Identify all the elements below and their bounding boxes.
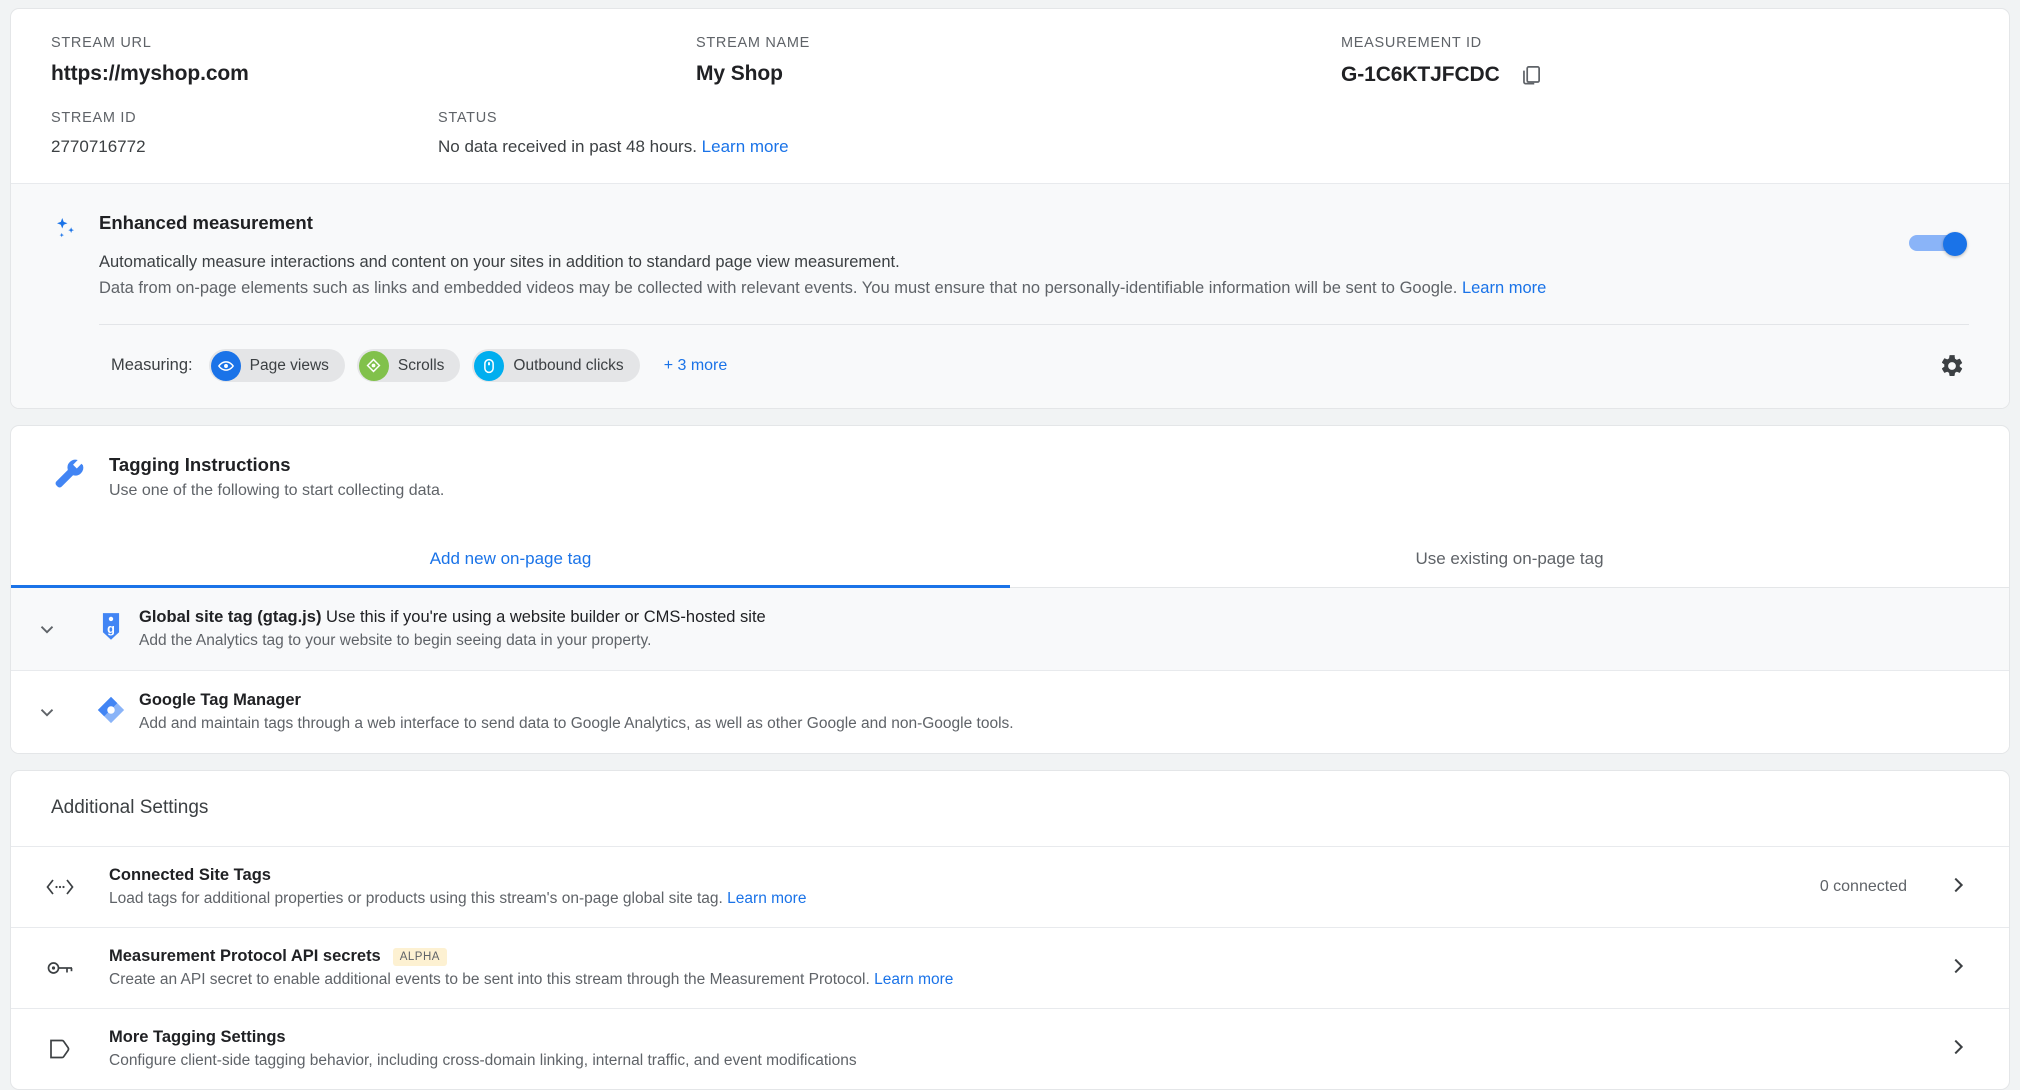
- chevron-down-icon[interactable]: [11, 691, 83, 723]
- settings-desc-wrap: Create an API secret to enable additiona…: [109, 971, 1947, 989]
- stream-info-row-primary: STREAM URL https://myshop.com STREAM NAM…: [11, 9, 2009, 88]
- enhanced-measurement-desc2-wrap: Data from on-page elements such as links…: [99, 279, 1849, 298]
- alpha-badge: ALPHA: [392, 947, 447, 966]
- eye-icon: [210, 350, 241, 381]
- enhanced-measurement-desc1: Automatically measure interactions and c…: [99, 253, 900, 271]
- connected-count: 0 connected: [1819, 878, 1907, 895]
- chip-page-views[interactable]: Page views: [208, 349, 345, 382]
- tagging-instructions-card: Tagging Instructions Use one of the foll…: [10, 425, 2010, 754]
- measuring-label: Measuring:: [111, 356, 193, 374]
- copy-icon[interactable]: [1518, 62, 1544, 88]
- tag-title-wrap: Google Tag Manager: [139, 691, 1969, 710]
- tag-desc: Add and maintain tags through a web inte…: [139, 715, 1014, 732]
- stream-name-field: STREAM NAME My Shop: [696, 35, 1341, 88]
- settings-desc-wrap: Load tags for additional properties or p…: [109, 890, 1820, 908]
- tag-outline-icon: [11, 1037, 109, 1061]
- settings-title-wrap: Connected Site Tags: [109, 866, 1820, 885]
- chip-scrolls[interactable]: Scrolls: [356, 349, 461, 382]
- chip-label: Outbound clicks: [513, 356, 624, 374]
- settings-desc: Create an API secret to enable additiona…: [109, 971, 870, 988]
- settings-desc: Load tags for additional properties or p…: [109, 890, 723, 907]
- settings-title: More Tagging Settings: [109, 1028, 286, 1046]
- stream-info-row-secondary: STREAM ID 2770716772 STATUS No data rece…: [11, 88, 2009, 183]
- settings-title-wrap: More Tagging Settings: [109, 1028, 1947, 1047]
- tagging-instructions-header: Tagging Instructions Use one of the foll…: [11, 426, 2009, 500]
- stream-name-value: My Shop: [696, 62, 783, 85]
- show-more-events-link[interactable]: + 3 more: [664, 357, 728, 375]
- stream-id-field: STREAM ID 2770716772: [51, 110, 438, 157]
- settings-learn-more-link[interactable]: Learn more: [874, 971, 953, 988]
- gtm-diamond-icon: [83, 691, 139, 725]
- tag-title: Global site tag (gtag.js): [139, 608, 322, 626]
- stream-status-field: STATUS No data received in past 48 hours…: [438, 110, 1969, 157]
- stream-status-value-wrap: No data received in past 48 hours. Learn…: [438, 137, 1969, 157]
- measurement-id-value: G-1C6KTJFCDC: [1341, 63, 1500, 86]
- stream-id-label: STREAM ID: [51, 110, 137, 126]
- stream-url-label: STREAM URL: [51, 35, 152, 51]
- settings-title: Connected Site Tags: [109, 866, 271, 884]
- tag-row-global-site-tag[interactable]: g Global site tag (gtag.js) Use this if …: [11, 588, 2009, 671]
- enhanced-measurement-desc2: Data from on-page elements such as links…: [99, 279, 1458, 297]
- tab-add-new-on-page-tag[interactable]: Add new on-page tag: [11, 536, 1010, 588]
- tag-title-suffix: Use this if you're using a website build…: [321, 608, 766, 626]
- settings-row-connected-site-tags[interactable]: Connected Site Tags Load tags for additi…: [11, 847, 2009, 928]
- gear-icon[interactable]: [1939, 353, 1965, 384]
- chevron-right-icon[interactable]: [1947, 874, 1969, 901]
- chevron-right-icon[interactable]: [1947, 1036, 1969, 1063]
- tag-desc: Add the Analytics tag to your website to…: [139, 632, 652, 649]
- code-brackets-icon: [11, 876, 109, 898]
- tagging-instructions-subtitle: Use one of the following to start collec…: [109, 482, 445, 499]
- wrench-icon: [51, 454, 109, 500]
- status-learn-more-link[interactable]: Learn more: [702, 137, 789, 156]
- enhanced-measurement-title: Enhanced measurement: [99, 212, 313, 233]
- toggle-knob: [1943, 232, 1967, 256]
- settings-row-more-tagging-settings[interactable]: More Tagging Settings Configure client-s…: [11, 1009, 2009, 1089]
- enhanced-measurement-section: Enhanced measurement Automatically measu…: [11, 183, 2009, 408]
- settings-title: Measurement Protocol API secrets: [109, 947, 381, 965]
- data-stream-details-page: STREAM URL https://myshop.com STREAM NAM…: [0, 0, 2020, 1090]
- chip-label: Page views: [249, 356, 329, 374]
- settings-desc-wrap: Configure client-side tagging behavior, …: [109, 1052, 1947, 1070]
- enhanced-measurement-toggle[interactable]: [1909, 232, 1967, 256]
- settings-title-wrap: Measurement Protocol API secrets ALPHA: [109, 947, 1947, 966]
- svg-text:g: g: [107, 622, 115, 636]
- stream-status-value: No data received in past 48 hours.: [438, 137, 697, 156]
- stream-info-card: STREAM URL https://myshop.com STREAM NAM…: [10, 8, 2010, 409]
- scroll-diamond-icon: [358, 350, 389, 381]
- chip-outbound-clicks[interactable]: Outbound clicks: [472, 349, 640, 382]
- stream-url-field: STREAM URL https://myshop.com: [51, 35, 696, 88]
- measuring-row: Measuring: Page views Scrolls Outbound c…: [11, 325, 2009, 408]
- additional-settings-card: Additional Settings Connected Site Tags …: [10, 770, 2010, 1090]
- chip-label: Scrolls: [397, 356, 445, 374]
- settings-row-measurement-protocol-api-secrets[interactable]: Measurement Protocol API secrets ALPHA C…: [11, 928, 2009, 1009]
- settings-learn-more-link[interactable]: Learn more: [727, 890, 806, 907]
- additional-settings-heading: Additional Settings: [11, 771, 2009, 847]
- chevron-right-icon[interactable]: [1947, 955, 1969, 982]
- tab-use-existing-on-page-tag[interactable]: Use existing on-page tag: [1010, 536, 2009, 588]
- stream-status-label: STATUS: [438, 110, 498, 126]
- measurement-id-field: MEASUREMENT ID G-1C6KTJFCDC: [1341, 35, 1969, 88]
- measurement-id-label: MEASUREMENT ID: [1341, 35, 1482, 51]
- mouse-icon: [474, 350, 505, 381]
- settings-desc: Configure client-side tagging behavior, …: [109, 1052, 857, 1069]
- tag-row-google-tag-manager[interactable]: Google Tag Manager Add and maintain tags…: [11, 671, 2009, 753]
- tag-title-wrap: Global site tag (gtag.js) Use this if yo…: [139, 608, 1969, 627]
- stream-name-label: STREAM NAME: [696, 35, 811, 51]
- gtag-tag-icon: g: [83, 608, 139, 642]
- tagging-instructions-title: Tagging Instructions: [109, 454, 291, 475]
- stream-id-value: 2770716772: [51, 137, 146, 156]
- enhanced-measurement-learn-more-link[interactable]: Learn more: [1462, 279, 1546, 297]
- chevron-down-icon[interactable]: [11, 608, 83, 640]
- stream-url-value: https://myshop.com: [51, 62, 249, 85]
- tagging-tabs: Add new on-page tag Use existing on-page…: [11, 536, 2009, 588]
- tag-title: Google Tag Manager: [139, 691, 301, 709]
- key-icon: [11, 956, 109, 980]
- sparkle-icon: [51, 212, 99, 298]
